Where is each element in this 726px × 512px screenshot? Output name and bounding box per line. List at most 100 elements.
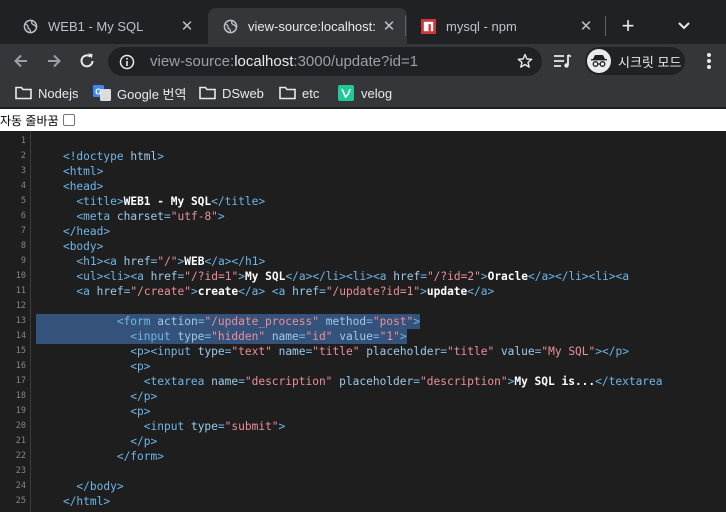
source-code: <ul><li><a href="/?id=1">My SQL</a></li>… (76, 270, 630, 283)
new-tab-button[interactable]: + (614, 12, 642, 40)
url-text: view-source:localhost:3000/update?id=1 (150, 53, 418, 70)
folder-icon (14, 85, 32, 101)
folder-icon (198, 85, 216, 101)
source-line: 11 <a href="/create">create</a> <a href=… (0, 284, 726, 299)
source-line: 5 <title>WEB1 - My SQL</title> (0, 194, 726, 209)
line-number: 13 (15, 316, 26, 326)
globe-icon (22, 18, 38, 34)
tab-view-source[interactable]: view-source:localhost:3000/update?id=1 ✕ (208, 8, 407, 44)
bookmark-google-translate[interactable]: G Google 번역 (93, 84, 186, 102)
line-number: 19 (15, 406, 26, 416)
source-line: 21 </p> (0, 434, 726, 449)
tab-strip: WEB1 - My SQL ✕ view-source:localhost:30… (0, 0, 726, 44)
line-number: 9 (20, 256, 26, 266)
line-number: 24 (15, 481, 26, 491)
line-number: 18 (15, 391, 26, 401)
reload-button[interactable] (74, 48, 100, 74)
line-number: 7 (20, 226, 26, 236)
source-line: 4 <head> (0, 179, 726, 194)
tab-web1[interactable]: WEB1 - My SQL ✕ (8, 8, 205, 44)
line-number: 20 (15, 421, 26, 431)
incognito-icon (587, 49, 611, 73)
source-line: 17 <textarea name="description" placehol… (0, 374, 726, 389)
close-icon[interactable]: ✕ (179, 18, 195, 35)
source-code: </body> (76, 480, 124, 493)
source-line: 9 <h1><a href="/">WEB</a></h1> (0, 254, 726, 269)
line-number: 16 (15, 361, 26, 371)
tab-title: view-source:localhost:3000/update?id=1 (248, 18, 375, 34)
source-line: 18 </p> (0, 389, 726, 404)
bookmark-velog[interactable]: velog (337, 84, 392, 102)
bookmarks-bar: Nodejs G Google 번역 DSweb etc velog (0, 78, 726, 108)
source-line: 6 <meta charset="utf-8"> (0, 209, 726, 224)
source-code: <textarea name="description" placeholder… (143, 375, 663, 388)
info-icon[interactable] (118, 53, 136, 71)
back-button[interactable] (8, 48, 34, 74)
bookmark-label: Nodejs (38, 85, 79, 101)
source-line: 14 <input type="hidden" name="id" value=… (0, 329, 726, 344)
more-menu-icon[interactable] (700, 52, 718, 70)
incognito-label: 시크릿 모드 (618, 54, 682, 70)
reading-list-icon[interactable] (553, 52, 573, 70)
bookmark-etc[interactable]: etc (278, 84, 319, 102)
line-number: 14 (15, 331, 26, 341)
bookmark-dsweb[interactable]: DSweb (198, 84, 264, 102)
line-number: 17 (15, 376, 26, 386)
line-number: 3 (20, 166, 26, 176)
line-wrap-bar: 자동 줄바꿈 (0, 109, 726, 131)
source-line: 8 <body> (0, 239, 726, 254)
source-line: 12 (0, 299, 726, 314)
google-translate-icon: G (93, 85, 111, 101)
source-code: <form action="/update_process" method="p… (36, 314, 421, 329)
line-number: 2 (20, 151, 26, 161)
line-number: 10 (15, 271, 26, 281)
line-number: 12 (15, 301, 26, 311)
line-wrap-label: 자동 줄바꿈 (0, 113, 59, 128)
source-line: 23 (0, 464, 726, 479)
bookmark-label: DSweb (222, 85, 264, 101)
svg-text:G: G (95, 88, 101, 97)
line-number: 6 (20, 211, 26, 221)
tab-search-icon[interactable] (672, 14, 696, 38)
source-code: <a href="/create">create</a> <a href="/u… (76, 285, 495, 298)
url-host: localhost (234, 53, 294, 70)
source-line: 19 <p> (0, 404, 726, 419)
source-line: 3 <html> (0, 164, 726, 179)
forward-button[interactable] (41, 48, 67, 74)
arrow-left-icon (14, 54, 27, 68)
source-view: 12 <!doctype html> 3 <html> 4 <head> 5 <tit… (0, 131, 726, 512)
tab-mysql-npm[interactable]: mysql - npm ✕ (406, 8, 604, 44)
bookmark-label: Google 번역 (117, 86, 187, 102)
source-line: 7 </head> (0, 224, 726, 239)
source-code: <input type="submit"> (143, 420, 286, 433)
source-code: <title>WEB1 - My SQL</title> (76, 195, 266, 208)
line-number: 15 (15, 346, 26, 356)
bookmark-label: etc (302, 85, 320, 101)
line-wrap-checkbox[interactable] (62, 114, 75, 126)
bookmark-label: velog (361, 85, 393, 101)
velog-icon (337, 85, 355, 101)
close-icon[interactable]: ✕ (578, 18, 594, 35)
line-number: 11 (15, 286, 26, 296)
source-line: 24 </body> (0, 479, 726, 494)
source-code: </p> (130, 435, 158, 448)
source-code: <p> (130, 405, 151, 418)
incognito-button[interactable]: 시크릿 모드 (585, 47, 685, 75)
source-code: <p><input type="text" name="title" place… (130, 345, 629, 358)
close-icon[interactable]: ✕ (381, 18, 397, 35)
url-path: :3000/update?id=1 (293, 53, 419, 70)
tab-title: mysql - npm (446, 18, 517, 34)
source-code: <p> (130, 360, 151, 373)
line-number: 8 (20, 241, 26, 251)
source-code: <head> (62, 180, 104, 193)
address-bar[interactable]: view-source:localhost:3000/update?id=1 (108, 47, 542, 76)
source-code: </form> (116, 450, 164, 463)
bookmark-nodejs[interactable]: Nodejs (14, 84, 78, 102)
source-line: 13 <form action="/update_process" method… (0, 314, 726, 329)
source-code: <h1><a href="/">WEB</a></h1> (76, 255, 266, 268)
line-number: 25 (15, 496, 26, 506)
npm-icon (420, 18, 436, 34)
source-code: </html> (62, 495, 111, 508)
source-code: <!doctype html> (62, 150, 165, 163)
star-icon[interactable] (516, 52, 534, 70)
